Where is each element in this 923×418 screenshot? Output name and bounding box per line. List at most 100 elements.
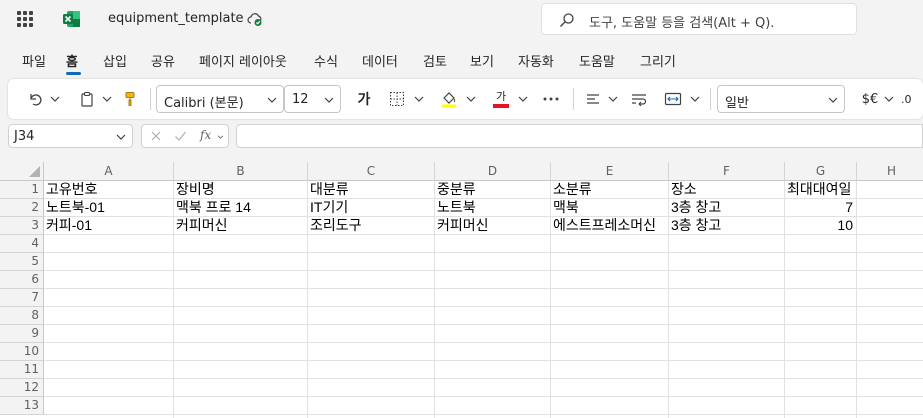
column-header-g[interactable]: G <box>785 162 857 181</box>
cell-a3[interactable]: 커피-01 <box>44 217 174 235</box>
more-font-options-button[interactable] <box>539 79 563 119</box>
menu-bar: 파일 홈 삽입 공유 페이지 레이아웃 수식 데이터 검토 보기 자동화 도움말… <box>0 40 923 76</box>
currency-format-button[interactable]: $€ <box>858 79 882 119</box>
menu-formulas[interactable]: 수식 <box>314 51 338 70</box>
row-header[interactable]: 10 <box>0 343 44 361</box>
cell-f1[interactable]: 장소 <box>669 181 785 199</box>
cell-f2[interactable]: 3층 창고 <box>669 199 785 217</box>
row-header[interactable]: 12 <box>0 379 44 397</box>
undo-button[interactable] <box>24 79 46 119</box>
cell-b2[interactable]: 맥북 프로 14 <box>174 199 308 217</box>
select-all-corner[interactable] <box>0 162 44 181</box>
title-bar: equipment_template 도구, 도움말 등을 검색(Alt + Q… <box>0 0 923 38</box>
font-size-dropdown[interactable]: 12 <box>284 85 341 113</box>
chevron-down-icon <box>828 97 838 103</box>
align-dropdown[interactable] <box>606 79 620 119</box>
row-header[interactable]: 7 <box>0 289 44 307</box>
chevron-down-icon[interactable] <box>217 134 224 140</box>
cell-e2[interactable]: 맥북 <box>551 199 669 217</box>
cell-a2[interactable]: 노트북-01 <box>44 199 174 217</box>
merge-dropdown[interactable] <box>688 79 702 119</box>
format-painter-button[interactable] <box>120 79 140 119</box>
borders-dropdown[interactable] <box>412 79 426 119</box>
cell-c1[interactable]: 대분류 <box>308 181 435 199</box>
cell-d3[interactable]: 커피머신 <box>435 217 551 235</box>
row-header[interactable]: 11 <box>0 361 44 379</box>
name-box[interactable]: J34 <box>8 124 133 148</box>
menu-insert[interactable]: 삽입 <box>103 51 127 70</box>
decrease-decimal-button[interactable]: .0 <box>901 79 921 119</box>
column-header-b[interactable]: B <box>174 162 308 181</box>
menu-home[interactable]: 홈 <box>66 51 78 70</box>
cell-b3[interactable]: 커피머신 <box>174 217 308 235</box>
borders-button[interactable] <box>386 79 408 119</box>
menu-share[interactable]: 공유 <box>151 51 175 70</box>
menu-view[interactable]: 보기 <box>470 51 494 70</box>
paste-dropdown[interactable] <box>100 79 114 119</box>
font-color-button[interactable]: 가 <box>490 79 512 119</box>
cell-g1[interactable]: 최대대여일 <box>785 181 857 199</box>
row-header[interactable]: 5 <box>0 253 44 271</box>
align-left-icon <box>587 94 599 104</box>
menu-help[interactable]: 도움말 <box>579 51 615 70</box>
saved-cloud-icon[interactable] <box>247 11 263 27</box>
fill-color-button[interactable] <box>438 79 460 119</box>
currency-dropdown[interactable] <box>883 79 895 119</box>
row-header[interactable]: 2 <box>0 199 44 217</box>
row-header[interactable]: 6 <box>0 271 44 289</box>
row-header[interactable]: 3 <box>0 217 44 235</box>
document-title[interactable]: equipment_template <box>108 11 244 26</box>
font-color-dropdown[interactable] <box>516 79 530 119</box>
cell-e3[interactable]: 에스트프레소머신 <box>551 217 669 235</box>
formula-input[interactable] <box>236 124 923 148</box>
cell-c2[interactable]: IT기기 <box>308 199 435 217</box>
cancel-icon[interactable] <box>150 130 162 142</box>
cell-e1[interactable]: 소분류 <box>551 181 669 199</box>
menu-file[interactable]: 파일 <box>22 51 46 70</box>
formula-actions: fx <box>141 124 229 148</box>
number-format-dropdown[interactable]: 일반 <box>717 85 845 113</box>
menu-page-layout[interactable]: 페이지 레이아웃 <box>199 51 287 70</box>
cell-g3[interactable]: 10 <box>785 217 857 235</box>
bold-button[interactable]: 가 <box>352 79 376 119</box>
row-header[interactable]: 13 <box>0 397 44 415</box>
wrap-text-button[interactable] <box>628 79 650 119</box>
row-header[interactable]: 4 <box>0 235 44 253</box>
excel-logo-icon[interactable] <box>62 9 82 29</box>
row-header[interactable]: 1 <box>0 181 44 199</box>
font-name-dropdown[interactable]: Calibri (본문) <box>156 85 284 113</box>
fill-color-dropdown[interactable] <box>464 79 478 119</box>
insert-function-button[interactable]: fx <box>200 128 211 142</box>
row-header[interactable]: 8 <box>0 307 44 325</box>
align-button[interactable] <box>582 79 604 119</box>
column-header-a[interactable]: A <box>44 162 174 181</box>
column-header-f[interactable]: F <box>669 162 785 181</box>
merge-cells-icon <box>664 92 682 106</box>
menu-draw[interactable]: 그리기 <box>640 51 676 70</box>
borders-icon <box>390 92 404 106</box>
menu-review[interactable]: 검토 <box>423 51 447 70</box>
row-header[interactable]: 9 <box>0 325 44 343</box>
menu-automate[interactable]: 자동화 <box>518 51 554 70</box>
cell-b1[interactable]: 장비명 <box>174 181 308 199</box>
wrap-text-icon <box>632 94 647 107</box>
column-header-h[interactable]: H <box>857 162 923 181</box>
undo-dropdown[interactable] <box>48 79 62 119</box>
column-header-c[interactable]: C <box>308 162 435 181</box>
column-header-e[interactable]: E <box>551 162 669 181</box>
cell-c3[interactable]: 조리도구 <box>308 217 435 235</box>
cell-g2[interactable]: 7 <box>785 199 857 217</box>
merge-cells-button[interactable] <box>662 79 684 119</box>
chevron-down-icon <box>50 96 60 102</box>
cell-d2[interactable]: 노트북 <box>435 199 551 217</box>
search-box[interactable]: 도구, 도움말 등을 검색(Alt + Q). <box>541 3 857 35</box>
menu-data[interactable]: 데이터 <box>362 51 398 70</box>
cell-d1[interactable]: 중분류 <box>435 181 551 199</box>
paste-button[interactable] <box>76 79 98 119</box>
app-launcher-icon[interactable] <box>17 11 33 27</box>
spreadsheet-grid[interactable]: A B C D E F G H 1 2 3 4 5 6 7 8 9 10 11 … <box>0 162 923 418</box>
confirm-icon[interactable] <box>174 130 187 142</box>
cell-f3[interactable]: 3층 창고 <box>669 217 785 235</box>
cell-a1[interactable]: 고유번호 <box>44 181 174 199</box>
column-header-d[interactable]: D <box>435 162 551 181</box>
